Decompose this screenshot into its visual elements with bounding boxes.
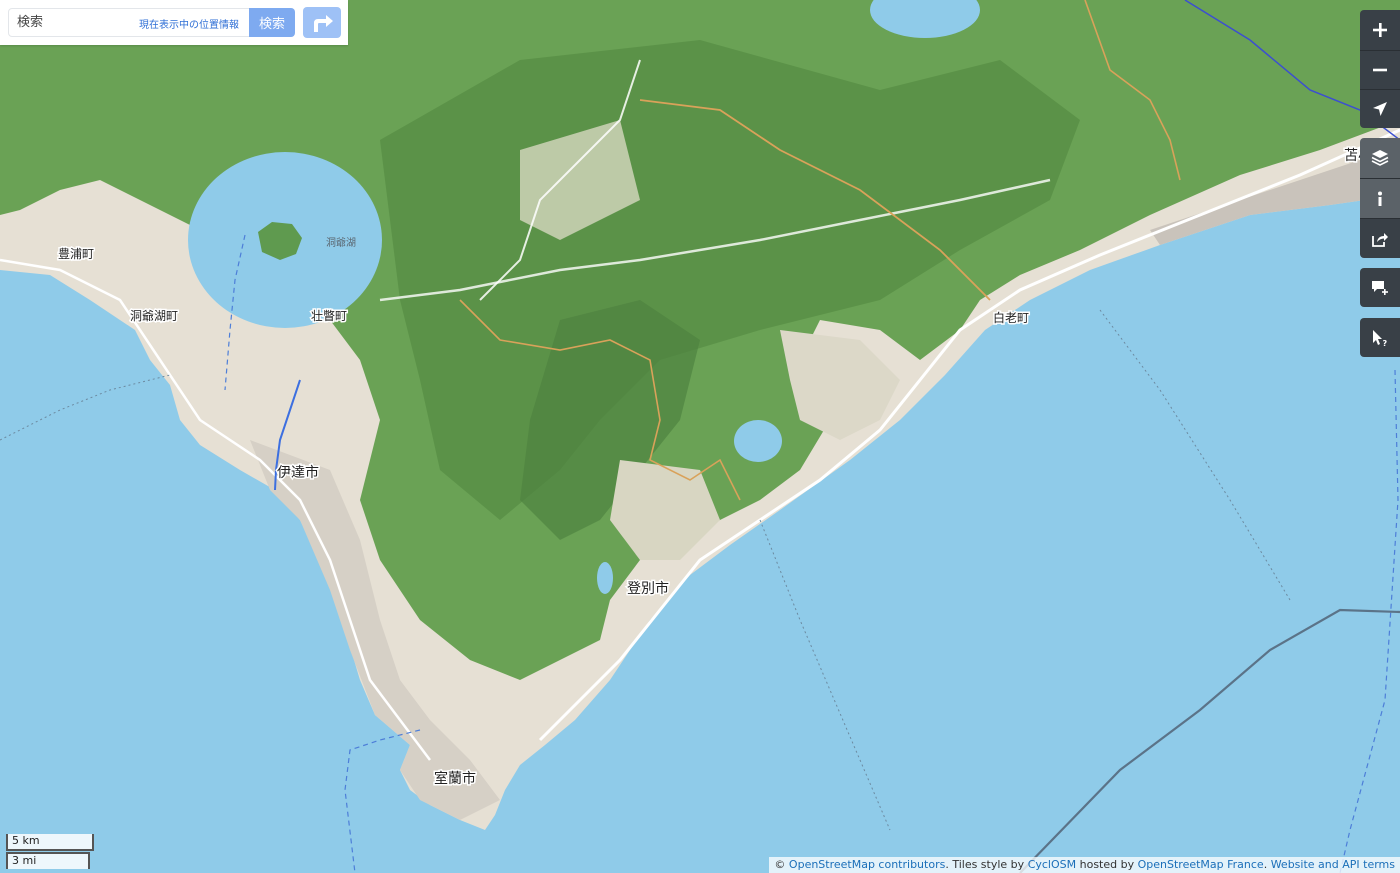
minus-icon	[1373, 68, 1387, 72]
search-button[interactable]: 検索	[249, 8, 295, 37]
lake-small	[597, 562, 613, 594]
svg-text:?: ?	[1383, 339, 1388, 347]
query-features-button[interactable]: ?	[1360, 318, 1400, 357]
map-scale: 5 km 3 mi	[6, 834, 94, 869]
osm-france-link[interactable]: OpenStreetMap France	[1138, 858, 1264, 871]
label-noboribetsu: 登別市	[627, 580, 669, 597]
label-toyako-lake: 洞爺湖	[326, 236, 356, 249]
scale-metric: 5 km	[6, 834, 94, 851]
add-note-button[interactable]	[1360, 268, 1400, 307]
zoom-in-button[interactable]	[1360, 10, 1400, 50]
layers-button[interactable]	[1360, 138, 1400, 178]
attribution: © OpenStreetMap contributors. Tiles styl…	[769, 857, 1400, 873]
attribution-text: . Tiles style by	[945, 858, 1028, 871]
scale-imperial: 3 mi	[6, 852, 90, 869]
label-toyoura: 豊浦町	[58, 247, 94, 261]
map-key-button[interactable]	[1360, 178, 1400, 218]
search-panel: 現在表示中の位置情報 検索	[0, 0, 348, 45]
info-icon	[1378, 191, 1382, 206]
label-muroran: 室蘭市	[434, 770, 476, 787]
cyclosm-link[interactable]: CyclOSM	[1028, 858, 1076, 871]
note-plus-icon	[1372, 280, 1388, 295]
cursor-question-icon: ?	[1373, 329, 1388, 347]
label-shiraoi: 白老町	[993, 310, 1029, 325]
plus-icon	[1373, 23, 1387, 37]
layers-icon	[1371, 150, 1389, 166]
location-arrow-icon	[1373, 102, 1387, 116]
map-canvas[interactable]: 豊浦町 洞爺湖 洞爺湖町 壮瞥町 伊達市 登別市 室蘭市 白老町 苫小牧市	[0, 0, 1400, 873]
directions-icon	[314, 14, 333, 32]
directions-button[interactable]	[303, 7, 341, 38]
attribution-text: hosted by	[1076, 858, 1138, 871]
attribution-prefix: ©	[774, 858, 789, 871]
terms-link[interactable]: Website and API terms	[1271, 858, 1395, 871]
label-sobetsu: 壮瞥町	[311, 309, 347, 323]
where-is-this-link[interactable]: 現在表示中の位置情報	[139, 16, 239, 31]
osm-contributors-link[interactable]: OpenStreetMap contributors	[789, 858, 945, 871]
attribution-text: .	[1263, 858, 1271, 871]
search-input[interactable]	[9, 9, 151, 36]
lake-kuttara	[734, 420, 782, 462]
zoom-out-button[interactable]	[1360, 50, 1400, 89]
share-icon	[1372, 232, 1388, 247]
show-my-location-button[interactable]	[1360, 89, 1400, 128]
map-tiles: 豊浦町 洞爺湖 洞爺湖町 壮瞥町 伊達市 登別市 室蘭市 白老町 苫小牧市	[0, 0, 1400, 873]
share-button[interactable]	[1360, 218, 1400, 258]
label-toyako-town: 洞爺湖町	[130, 308, 178, 323]
label-date: 伊達市	[277, 464, 319, 481]
